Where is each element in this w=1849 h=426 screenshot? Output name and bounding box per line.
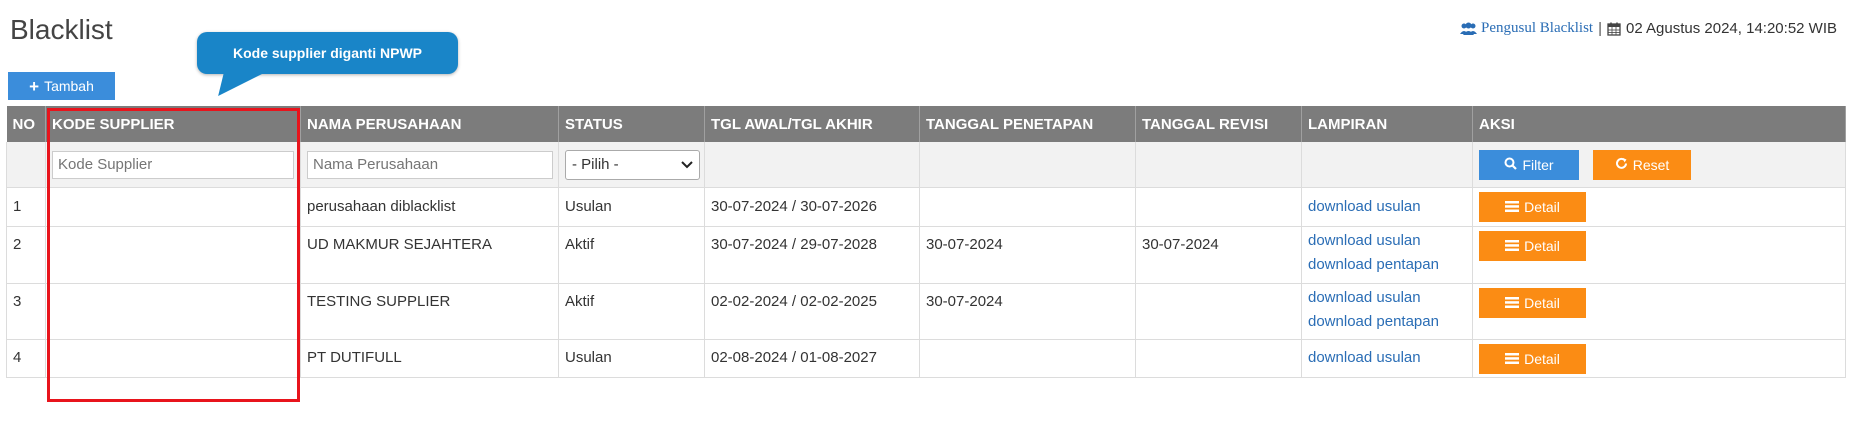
reset-button[interactable]: Reset bbox=[1593, 149, 1691, 180]
list-icon bbox=[1505, 295, 1520, 311]
cell-kode bbox=[45, 187, 301, 227]
cell-nama: UD MAKMUR SEJAHTERA bbox=[300, 226, 559, 284]
filter-label: Filter bbox=[1522, 156, 1554, 173]
cell-tgl: 30-07-2024 / 30-07-2026 bbox=[704, 187, 920, 227]
status-select-value: - Pilih - bbox=[572, 156, 619, 173]
cell-revisi bbox=[1135, 339, 1302, 378]
cell-penetapan bbox=[919, 187, 1136, 227]
col-header-status: STATUS bbox=[558, 106, 705, 142]
cell-status: Usulan bbox=[558, 339, 705, 378]
annotation-callout: Kode supplier diganti NPWP bbox=[197, 32, 458, 74]
table-row: 4 PT DUTIFULL Usulan 02-08-2024 / 01-08-… bbox=[6, 339, 1846, 378]
table-header-row: NO KODE SUPPLIER NAMA PERUSAHAAN STATUS … bbox=[6, 106, 1846, 142]
cell-penetapan: 30-07-2024 bbox=[919, 283, 1136, 340]
cell-no: 2 bbox=[6, 226, 46, 284]
detail-button[interactable]: Detail bbox=[1479, 344, 1586, 374]
cell-no: 1 bbox=[6, 187, 46, 227]
download-usulan-link[interactable]: download usulan bbox=[1308, 229, 1466, 253]
list-icon bbox=[1505, 351, 1520, 367]
page-title: Blacklist bbox=[10, 14, 113, 45]
detail-label: Detail bbox=[1524, 295, 1560, 311]
col-header-tanggal-penetapan: TANGGAL PENETAPAN bbox=[919, 106, 1136, 142]
col-header-lampiran: LAMPIRAN bbox=[1301, 106, 1473, 142]
datetime: 02 Agustus 2024, 14:20:52 WIB bbox=[1626, 20, 1837, 37]
col-header-tgl: TGL AWAL/TGL AKHIR bbox=[704, 106, 920, 142]
cell-status: Aktif bbox=[558, 283, 705, 340]
col-header-no: NO bbox=[6, 106, 46, 142]
col-header-aksi: AKSI bbox=[1472, 106, 1846, 142]
cell-tgl: 30-07-2024 / 29-07-2028 bbox=[704, 226, 920, 284]
tambah-label: Tambah bbox=[44, 78, 94, 94]
search-icon bbox=[1504, 157, 1518, 173]
users-icon bbox=[1460, 22, 1478, 35]
status-filter-select[interactable]: - Pilih - bbox=[565, 149, 700, 180]
cell-status: Aktif bbox=[558, 226, 705, 284]
cell-nama: PT DUTIFULL bbox=[300, 339, 559, 378]
cell-nama: perusahaan diblacklist bbox=[300, 187, 559, 227]
download-usulan-link[interactable]: download usulan bbox=[1308, 349, 1421, 366]
cell-penetapan: 30-07-2024 bbox=[919, 226, 1136, 284]
cell-tgl: 02-08-2024 / 01-08-2027 bbox=[704, 339, 920, 378]
table-row: 1 perusahaan diblacklist Usulan 30-07-20… bbox=[6, 187, 1846, 227]
top-info: Pengusul Blacklist | 02 Agustus 2024, 14… bbox=[1460, 20, 1837, 37]
blacklist-table: NO KODE SUPPLIER NAMA PERUSAHAAN STATUS … bbox=[6, 106, 1846, 378]
list-icon bbox=[1505, 199, 1520, 215]
detail-label: Detail bbox=[1524, 238, 1560, 254]
cell-revisi bbox=[1135, 283, 1302, 340]
cell-no: 4 bbox=[6, 339, 46, 378]
detail-label: Detail bbox=[1524, 351, 1560, 367]
col-header-kode-supplier: KODE SUPPLIER bbox=[45, 106, 301, 142]
calendar-icon bbox=[1607, 22, 1621, 36]
cell-revisi: 30-07-2024 bbox=[1135, 226, 1302, 284]
cell-no: 3 bbox=[6, 283, 46, 340]
separator: | bbox=[1598, 20, 1603, 37]
download-pentapan-link[interactable]: download pentapan bbox=[1308, 253, 1466, 277]
cell-kode bbox=[45, 283, 301, 340]
filter-button[interactable]: Filter bbox=[1479, 149, 1579, 180]
download-usulan-link[interactable]: download usulan bbox=[1308, 286, 1466, 310]
pengusul-blacklist-link[interactable]: Pengusul Blacklist bbox=[1481, 20, 1593, 37]
nama-perusahaan-filter-input[interactable] bbox=[307, 150, 553, 179]
plus-icon: + bbox=[29, 76, 40, 96]
cell-kode bbox=[45, 226, 301, 284]
detail-button[interactable]: Detail bbox=[1479, 231, 1586, 261]
download-usulan-link[interactable]: download usulan bbox=[1308, 198, 1421, 215]
cell-status: Usulan bbox=[558, 187, 705, 227]
refresh-icon bbox=[1615, 157, 1628, 173]
tambah-button[interactable]: + Tambah bbox=[8, 72, 115, 100]
chevron-down-icon bbox=[681, 156, 693, 173]
cell-penetapan bbox=[919, 339, 1136, 378]
annotation-callout-tail bbox=[210, 72, 266, 96]
table-row: 3 TESTING SUPPLIER Aktif 02-02-2024 / 02… bbox=[6, 283, 1846, 340]
detail-button[interactable]: Detail bbox=[1479, 192, 1586, 222]
cell-nama: TESTING SUPPLIER bbox=[300, 283, 559, 340]
kode-supplier-filter-input[interactable] bbox=[52, 150, 294, 179]
reset-label: Reset bbox=[1632, 156, 1670, 173]
list-icon bbox=[1505, 238, 1520, 254]
cell-tgl: 02-02-2024 / 02-02-2025 bbox=[704, 283, 920, 340]
table-row: 2 UD MAKMUR SEJAHTERA Aktif 30-07-2024 /… bbox=[6, 226, 1846, 284]
detail-button[interactable]: Detail bbox=[1479, 288, 1586, 318]
cell-kode bbox=[45, 339, 301, 378]
col-header-tanggal-revisi: TANGGAL REVISI bbox=[1135, 106, 1302, 142]
download-pentapan-link[interactable]: download pentapan bbox=[1308, 310, 1466, 334]
detail-label: Detail bbox=[1524, 199, 1560, 215]
filter-row: - Pilih - Filter Reset bbox=[6, 142, 1846, 188]
cell-revisi bbox=[1135, 187, 1302, 227]
col-header-nama-perusahaan: NAMA PERUSAHAAN bbox=[300, 106, 559, 142]
